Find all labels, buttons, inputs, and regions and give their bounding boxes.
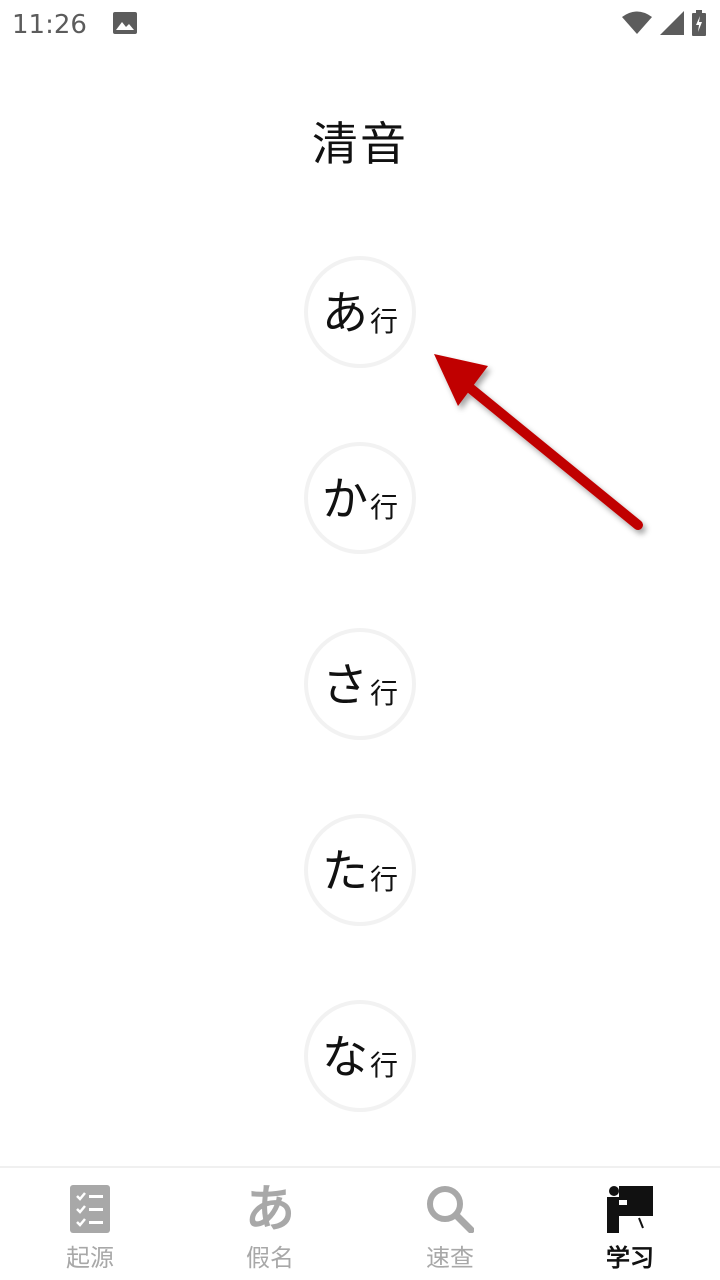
row-button-ta[interactable]: た 行 — [304, 814, 416, 926]
row-suffix: 行 — [369, 305, 398, 338]
teacher-board-icon — [605, 1184, 655, 1234]
kana-row-list: あ 行 か 行 さ 行 た 行 な 行 — [0, 0, 720, 1160]
row-kana: な — [321, 1030, 368, 1084]
nav-item-lookup[interactable]: 速查 — [360, 1168, 540, 1280]
row-button-sa[interactable]: さ 行 — [304, 628, 416, 740]
row-kana: あ — [321, 286, 368, 340]
row-kana: さ — [321, 658, 368, 712]
nav-item-origin[interactable]: 起源 — [0, 1168, 180, 1280]
row-suffix: 行 — [369, 677, 398, 710]
nav-label: 假名 — [246, 1244, 294, 1272]
row-button-na[interactable]: な 行 — [304, 1000, 416, 1112]
row-suffix: 行 — [369, 863, 398, 896]
row-kana: た — [321, 844, 368, 898]
row-kana: か — [321, 472, 368, 526]
bottom-nav: 起源 あ 假名 速查 学习 — [0, 1166, 720, 1280]
nav-label: 学习 — [606, 1244, 654, 1272]
row-button-ka[interactable]: か 行 — [304, 442, 416, 554]
kana-a-icon: あ — [245, 1180, 295, 1238]
row-suffix: 行 — [369, 1049, 398, 1082]
nav-label: 起源 — [66, 1244, 114, 1272]
nav-item-kana[interactable]: あ 假名 — [180, 1168, 360, 1280]
search-icon — [425, 1184, 475, 1234]
row-suffix: 行 — [369, 491, 398, 524]
row-button-a[interactable]: あ 行 — [304, 256, 416, 368]
nav-item-study[interactable]: 学习 — [540, 1168, 720, 1280]
nav-label: 速查 — [426, 1244, 474, 1272]
checklist-icon — [65, 1184, 115, 1234]
screen: 11:26 清音 あ 行 か 行 さ 行 た 行 な 行 起源 あ 假名 速查 … — [0, 0, 720, 1280]
